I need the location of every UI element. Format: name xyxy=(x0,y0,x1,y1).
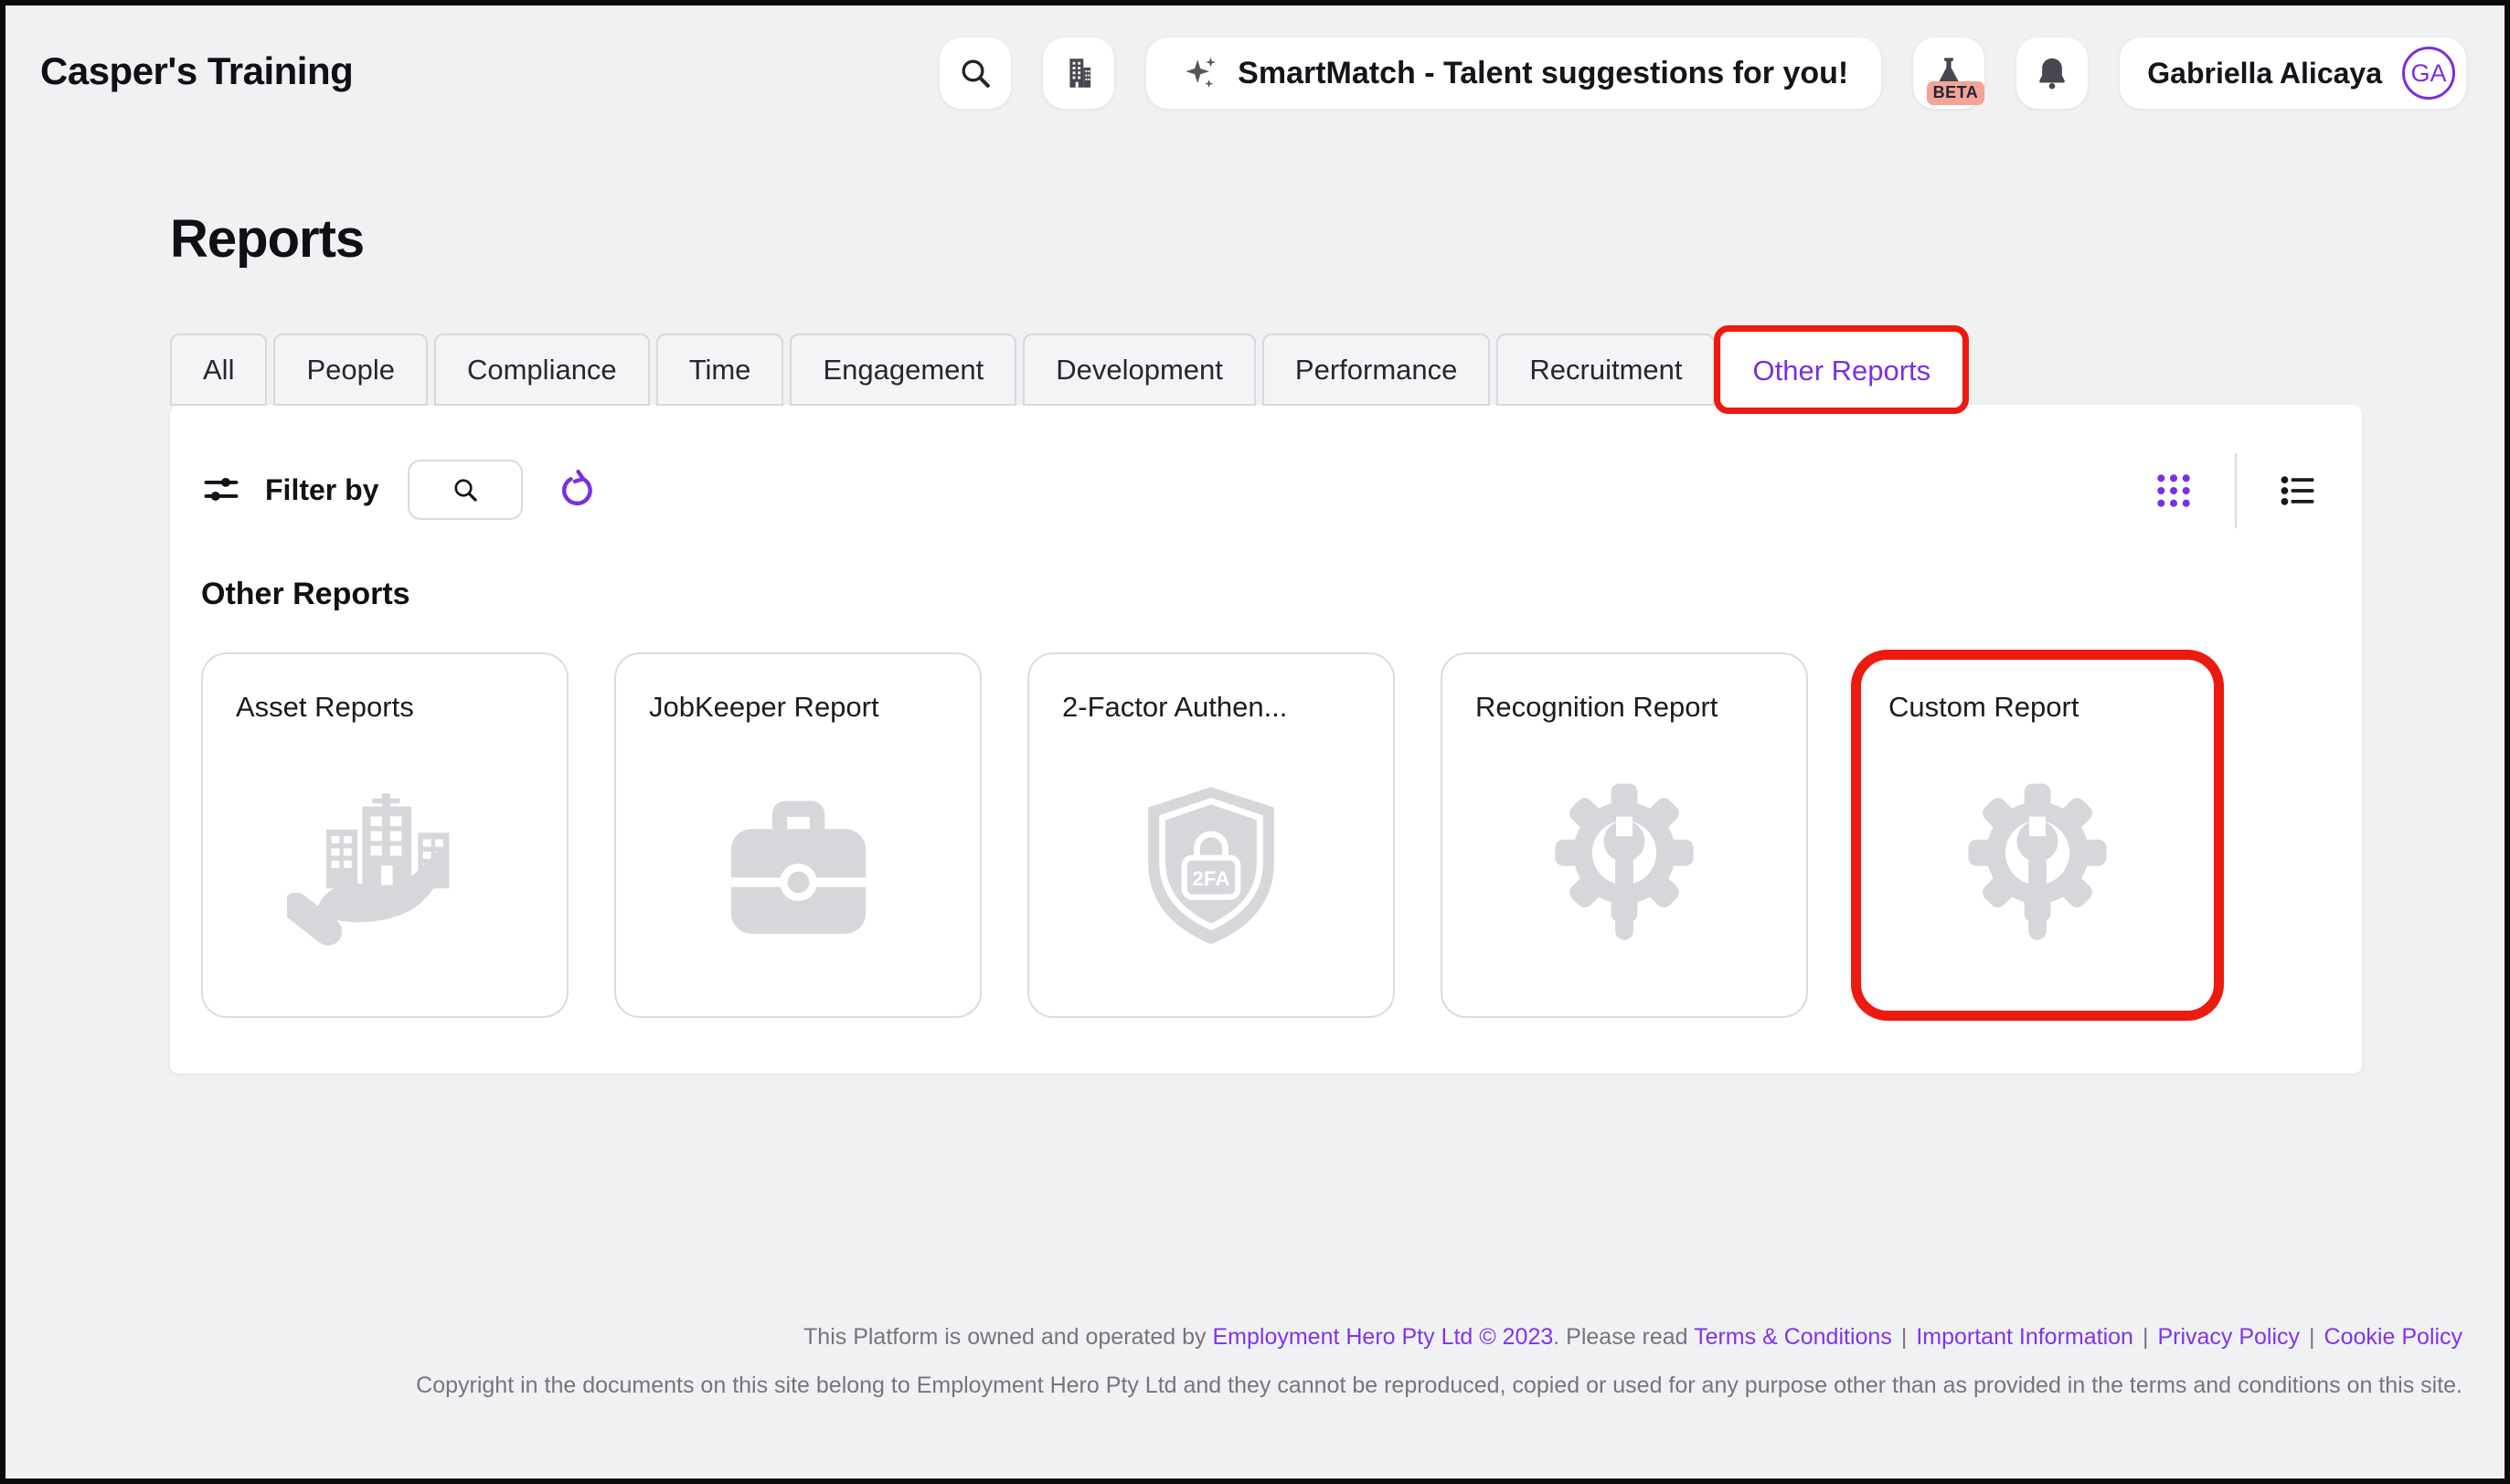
sparkle-icon xyxy=(1179,53,1219,93)
bell-icon xyxy=(2033,54,2071,92)
tab-development[interactable]: Development xyxy=(1023,334,1256,406)
search-icon xyxy=(451,475,480,504)
grid-view-icon xyxy=(2154,472,2193,510)
card-title: Asset Reports xyxy=(236,691,545,724)
search-button[interactable] xyxy=(940,37,1011,109)
page-title: Reports xyxy=(170,208,364,270)
card-title: 2-Factor Authen... xyxy=(1062,691,1371,724)
card-recognition-report[interactable]: Recognition Report xyxy=(1441,652,1808,1018)
report-cards: Asset Reports xyxy=(201,652,2221,1018)
tab-time[interactable]: Time xyxy=(656,334,784,406)
card-2fa-report[interactable]: 2-Factor Authen... 2FA xyxy=(1027,652,1395,1018)
filter-toolbar: Filter by xyxy=(201,458,598,522)
filter-by-label: Filter by xyxy=(265,473,378,507)
link-privacy-policy[interactable]: Privacy Policy xyxy=(2157,1324,2300,1350)
footer-text: . Please read xyxy=(1553,1324,1694,1350)
shield-2fa-label: 2FA xyxy=(1192,867,1229,890)
smartmatch-label: SmartMatch - Talent suggestions for you! xyxy=(1238,56,1848,91)
user-name: Gabriella Alicaya xyxy=(2147,57,2382,90)
report-category-tabs: All People Compliance Time Engagement De… xyxy=(170,334,1962,406)
link-cookie-policy[interactable]: Cookie Policy xyxy=(2324,1324,2462,1350)
filter-icon xyxy=(201,470,241,510)
footer-copyright-line: Copyright in the documents on this site … xyxy=(5,1373,2462,1399)
card-title: Custom Report xyxy=(1888,691,2197,724)
app-title: Casper's Training xyxy=(40,49,353,93)
beta-badge: BETA xyxy=(1927,81,1985,105)
card-jobkeeper-report[interactable]: JobKeeper Report xyxy=(614,652,982,1018)
list-view-button[interactable] xyxy=(2279,472,2317,510)
tab-compliance[interactable]: Compliance xyxy=(434,334,650,406)
footer-separator: | xyxy=(2309,1324,2315,1350)
toolbar-divider xyxy=(2235,453,2237,528)
gear-wrench-icon xyxy=(1856,780,2219,945)
search-icon xyxy=(957,55,994,91)
grid-view-button[interactable] xyxy=(2154,472,2193,510)
organisation-button[interactable] xyxy=(1043,37,1114,109)
card-asset-reports[interactable]: Asset Reports xyxy=(201,652,569,1018)
header-actions: SmartMatch - Talent suggestions for you!… xyxy=(940,37,2466,109)
footer-text: This Platform is owned and operated by xyxy=(803,1324,1212,1350)
filter-search-input[interactable] xyxy=(408,460,523,520)
building-icon xyxy=(1059,54,1098,92)
list-view-icon xyxy=(2279,472,2317,510)
tab-recruitment[interactable]: Recruitment xyxy=(1496,334,1715,406)
link-terms-conditions[interactable]: Terms & Conditions xyxy=(1694,1324,1892,1350)
footer-separator: | xyxy=(2143,1324,2149,1350)
link-employment-hero[interactable]: Employment Hero Pty Ltd © 2023 xyxy=(1212,1324,1553,1350)
reports-page: { "app": { "window_title": "Casper's Tra… xyxy=(0,0,2510,1484)
smartmatch-banner[interactable]: SmartMatch - Talent suggestions for you! xyxy=(1146,37,1881,109)
card-title: Recognition Report xyxy=(1475,691,1784,724)
tab-performance[interactable]: Performance xyxy=(1262,334,1490,406)
avatar: GA xyxy=(2402,47,2455,100)
user-menu[interactable]: Gabriella Alicaya GA xyxy=(2120,37,2466,109)
tab-other-reports[interactable]: Other Reports xyxy=(1721,334,1962,408)
assets-in-hand-icon xyxy=(203,780,567,960)
tab-engagement[interactable]: Engagement xyxy=(790,334,1016,406)
shield-2fa-icon: 2FA xyxy=(1029,780,1393,954)
footer-separator: | xyxy=(1901,1324,1908,1350)
refresh-filters-button[interactable] xyxy=(556,469,598,511)
section-heading: Other Reports xyxy=(201,577,410,612)
tab-all[interactable]: All xyxy=(170,334,267,406)
labs-button[interactable]: BETA xyxy=(1913,37,1984,109)
tab-other-reports-label: Other Reports xyxy=(1752,355,1930,387)
footer-legal-line: This Platform is owned and operated by E… xyxy=(5,1324,2462,1351)
link-important-information[interactable]: Important Information xyxy=(1916,1324,2133,1350)
briefcase-icon xyxy=(616,780,980,941)
view-toggle-group xyxy=(2154,452,2317,529)
tab-people[interactable]: People xyxy=(273,334,428,406)
gear-wrench-icon xyxy=(1442,780,1806,945)
refresh-icon xyxy=(556,469,598,511)
card-title: JobKeeper Report xyxy=(649,691,958,724)
card-custom-report[interactable]: Custom Report xyxy=(1854,652,2221,1018)
notifications-button[interactable] xyxy=(2016,37,2088,109)
reports-panel: Filter by xyxy=(170,405,2362,1074)
